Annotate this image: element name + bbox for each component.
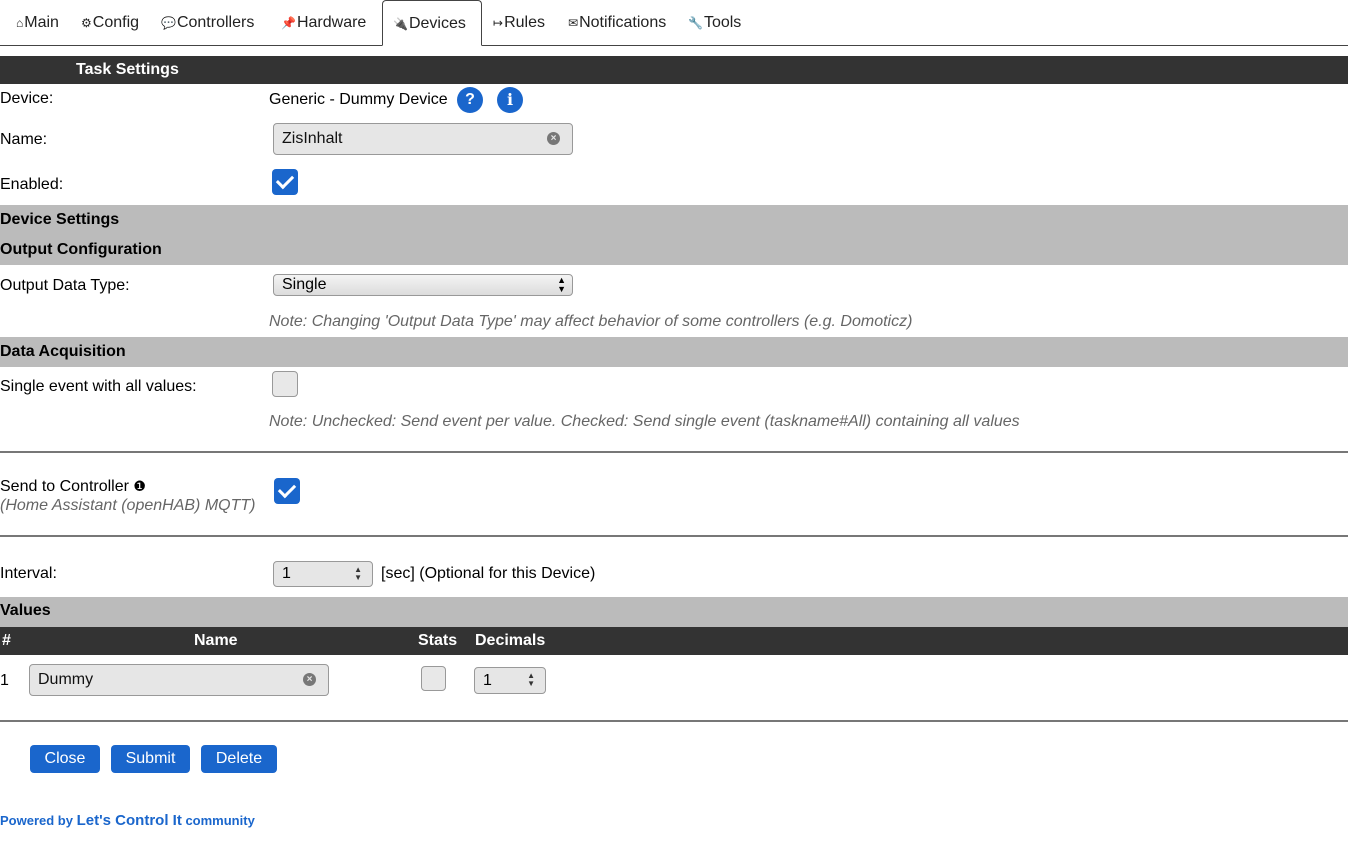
single-event-note: Note: Unchecked: Send event per value. C… bbox=[269, 413, 1020, 430]
question-icon: ? bbox=[465, 91, 475, 108]
interval-input[interactable]: 1 ▲ ▼ bbox=[273, 561, 373, 587]
tab-label: Rules bbox=[504, 14, 545, 31]
tab-devices[interactable]: 🔌Devices bbox=[382, 0, 482, 46]
device-label: Device: bbox=[0, 90, 54, 107]
name-input[interactable]: ZisInhalt × bbox=[273, 123, 573, 155]
single-event-checkbox[interactable] bbox=[272, 371, 298, 397]
pushpin-icon: 📌 bbox=[281, 16, 296, 30]
divider bbox=[0, 720, 1348, 722]
tab-main[interactable]: ⌂Main bbox=[16, 0, 59, 46]
tab-label: Hardware bbox=[296, 14, 367, 31]
decimals-input[interactable]: 1 ▲ ▼ bbox=[474, 667, 546, 694]
divider bbox=[0, 451, 1348, 453]
task-settings-header: Task Settings bbox=[0, 56, 1348, 84]
name-input-value: ZisInhalt bbox=[282, 130, 343, 147]
select-arrows-icon: ▲ ▼ bbox=[557, 275, 566, 294]
interval-label: Interval: bbox=[0, 565, 57, 582]
output-configuration-header: Output Configuration bbox=[0, 241, 162, 258]
tab-tools[interactable]: 🔧Tools bbox=[688, 0, 741, 46]
single-event-label: Single event with all values: bbox=[0, 378, 197, 395]
controller-name: (Home Assistant (openHAB) MQTT) bbox=[0, 497, 256, 514]
tab-label: Main bbox=[24, 14, 59, 31]
interval-value: 1 bbox=[282, 565, 291, 582]
tab-label: Tools bbox=[703, 14, 742, 31]
arrow-icon: ↦ bbox=[493, 16, 504, 30]
column-index: # bbox=[2, 632, 11, 649]
footer-suffix: community bbox=[185, 813, 255, 828]
tab-label: Devices bbox=[408, 15, 466, 32]
info-circle-icon[interactable]: ❶ bbox=[133, 478, 146, 494]
delete-button[interactable]: Delete bbox=[201, 745, 277, 773]
tab-controllers[interactable]: 💬Controllers bbox=[161, 0, 254, 46]
footer: Powered by Let's Control It community bbox=[0, 812, 255, 829]
tab-rules[interactable]: ↦Rules bbox=[493, 0, 545, 46]
send-to-controller-text: Send to Controller bbox=[0, 478, 129, 495]
value-name: Dummy bbox=[38, 671, 94, 688]
device-settings-section: Device Settings Output Configuration bbox=[0, 205, 1348, 265]
send-to-controller-checkbox[interactable] bbox=[274, 478, 300, 504]
enabled-checkbox[interactable] bbox=[272, 169, 298, 195]
tab-label: Notifications bbox=[579, 14, 667, 31]
wrench-icon: 🔧 bbox=[688, 16, 703, 30]
help-button[interactable]: ? bbox=[457, 87, 483, 113]
row-index: 1 bbox=[0, 672, 9, 689]
tab-label: Config bbox=[92, 14, 140, 31]
info-icon: i bbox=[506, 90, 514, 109]
name-label: Name: bbox=[0, 131, 48, 148]
data-acquisition-header: Data Acquisition bbox=[0, 337, 1348, 367]
output-data-type-select[interactable]: Single ▲ ▼ bbox=[273, 274, 573, 296]
tab-bar: ⌂Main ⚙Config 💬Controllers 📌Hardware 🔌De… bbox=[0, 0, 1348, 46]
tab-notifications[interactable]: ✉Notifications bbox=[568, 0, 666, 46]
device-settings-header: Device Settings bbox=[0, 211, 120, 228]
output-data-type-value: Single bbox=[282, 276, 327, 293]
output-type-note: Note: Changing 'Output Data Type' may af… bbox=[269, 313, 913, 330]
interval-suffix: [sec] (Optional for this Device) bbox=[381, 565, 596, 582]
column-decimals: Decimals bbox=[475, 632, 546, 649]
close-button[interactable]: Close bbox=[30, 745, 100, 773]
stepper-icon[interactable]: ▲ ▼ bbox=[527, 672, 535, 688]
gear-icon: ⚙ bbox=[81, 16, 92, 30]
stepper-icon[interactable]: ▲ ▼ bbox=[354, 566, 362, 582]
enabled-label: Enabled: bbox=[0, 176, 64, 193]
decimals-value: 1 bbox=[483, 672, 492, 689]
home-icon: ⌂ bbox=[16, 16, 24, 30]
value-name-input[interactable]: Dummy × bbox=[29, 664, 329, 696]
device-value: Generic - Dummy Device bbox=[269, 91, 448, 108]
clear-icon[interactable]: × bbox=[547, 132, 560, 145]
tab-hardware[interactable]: 📌Hardware bbox=[281, 0, 366, 46]
submit-button[interactable]: Submit bbox=[111, 745, 190, 773]
clear-icon[interactable]: × bbox=[303, 673, 316, 686]
values-header: Values bbox=[0, 597, 1348, 627]
output-data-type-label: Output Data Type: bbox=[0, 277, 130, 294]
speech-bubble-icon: 💬 bbox=[161, 16, 176, 30]
tab-label: Controllers bbox=[176, 14, 255, 31]
info-button[interactable]: i bbox=[497, 87, 523, 113]
stats-checkbox[interactable] bbox=[421, 666, 446, 691]
envelope-icon: ✉ bbox=[568, 16, 579, 30]
footer-brand-link[interactable]: Let's Control It bbox=[77, 812, 182, 829]
tab-config[interactable]: ⚙Config bbox=[81, 0, 139, 46]
column-stats: Stats bbox=[418, 632, 458, 649]
footer-prefix: Powered by bbox=[0, 813, 73, 828]
send-to-controller-label: Send to Controller ❶ bbox=[0, 478, 146, 496]
plug-icon: 🔌 bbox=[393, 17, 408, 31]
divider bbox=[0, 535, 1348, 537]
column-name: Name bbox=[194, 632, 238, 649]
